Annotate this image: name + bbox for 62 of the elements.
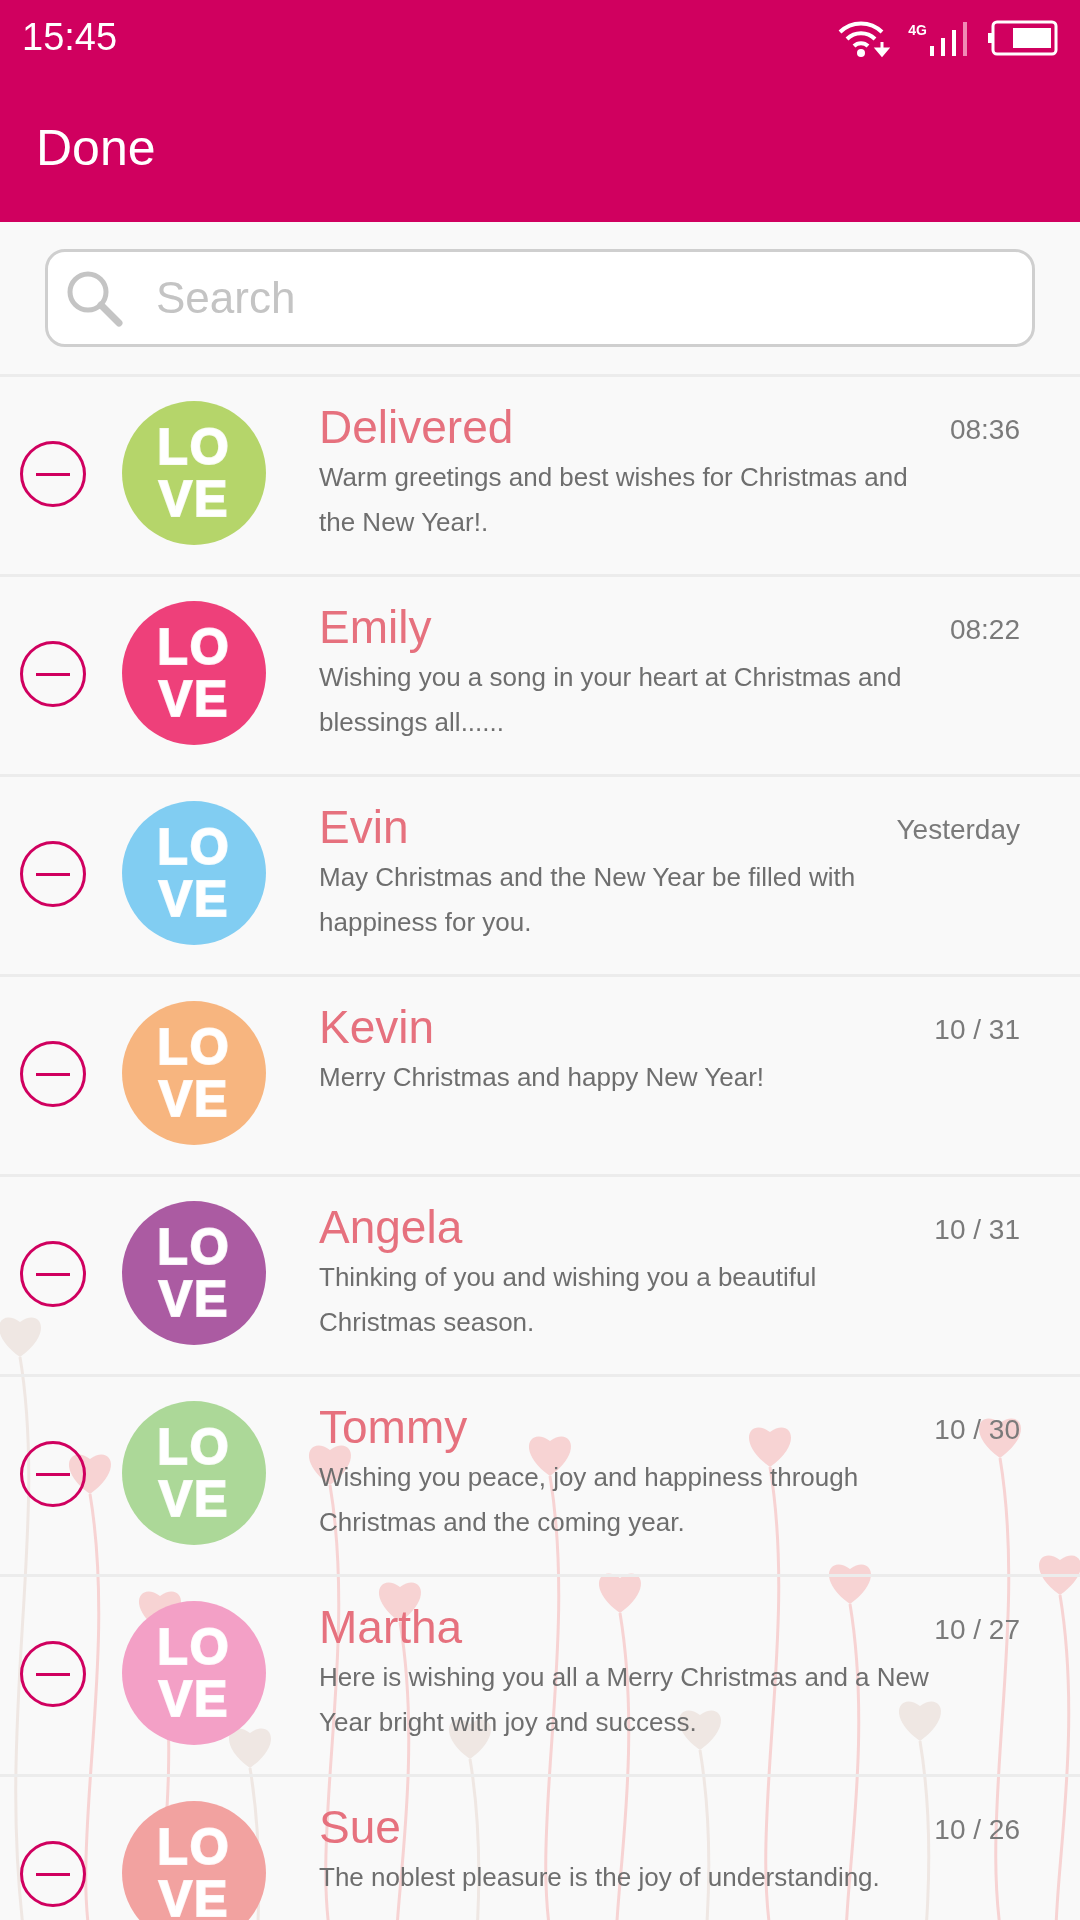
network-type: 4G: [908, 20, 927, 40]
message-time: 10 / 27: [934, 1613, 1020, 1647]
contact-name: Tommy: [319, 1400, 468, 1455]
avatar-lettering: LO: [157, 1221, 231, 1273]
message-time: 10 / 31: [934, 1013, 1020, 1047]
avatar-lettering: LO: [157, 821, 231, 873]
minus-icon: [36, 1472, 70, 1476]
battery-icon: [988, 19, 1058, 56]
done-button[interactable]: Done: [36, 111, 156, 186]
message-preview: Wishing you peace, joy and happiness through Christmas and the coming year.: [319, 1461, 860, 1539]
message-preview: Thinking of you and wishing you a beautiful Christmas season.: [319, 1261, 818, 1339]
avatar-lettering: VE: [158, 473, 230, 525]
avatar-lettering: VE: [158, 1073, 230, 1125]
message-time: 10 / 26: [934, 1813, 1020, 1847]
avatar-lettering: VE: [158, 873, 230, 925]
contact-name: Kevin: [319, 1000, 435, 1055]
message-preview: Wishing you a song in your heart at Christmas and blessings all......: [319, 661, 903, 739]
remove-button[interactable]: [20, 641, 86, 707]
contact-name: Delivered: [319, 400, 514, 455]
contact-name: Angela: [319, 1200, 463, 1255]
search-field[interactable]: Search: [45, 249, 1035, 347]
message-preview: Warm greetings and best wishes for Christmas and the New Year!.: [319, 461, 909, 539]
minus-icon: [36, 1672, 70, 1676]
message-time: 10 / 31: [934, 1213, 1020, 1247]
minus-icon: [36, 672, 70, 676]
remove-button[interactable]: [20, 841, 86, 907]
contact-name: Sue: [319, 1800, 401, 1855]
remove-button[interactable]: [20, 441, 86, 507]
minus-icon: [36, 1272, 70, 1276]
message-time: 10 / 30: [934, 1413, 1020, 1447]
minus-icon: [36, 1072, 70, 1076]
avatar-lettering: LO: [157, 421, 231, 473]
message-preview: Merry Christmas and happy New Year!: [319, 1061, 766, 1094]
minus-icon: [36, 872, 70, 876]
remove-button[interactable]: [20, 1441, 86, 1507]
avatar-lettering: VE: [158, 1873, 230, 1920]
remove-button[interactable]: [20, 1041, 86, 1107]
avatar-lettering: VE: [158, 1673, 230, 1725]
avatar-lettering: LO: [157, 1021, 231, 1073]
message-time: Yesterday: [896, 813, 1020, 847]
avatar-lettering: LO: [157, 621, 231, 673]
contact-name: Emily: [319, 600, 432, 655]
minus-icon: [36, 1872, 70, 1876]
message-preview: The noblest pleasure is the joy of understanding.: [319, 1861, 881, 1894]
remove-button[interactable]: [20, 1841, 86, 1907]
signal-icon: [930, 19, 970, 56]
avatar-lettering: VE: [158, 1473, 230, 1525]
status-time: 15:45: [22, 15, 118, 60]
avatar-lettering: LO: [157, 1821, 231, 1873]
contact-name: Evin: [319, 800, 409, 855]
remove-button[interactable]: [20, 1241, 86, 1307]
minus-icon: [36, 472, 70, 476]
avatar-lettering: VE: [158, 673, 230, 725]
message-preview: Here is wishing you all a Merry Christmas and a New Year bright with joy and success.: [319, 1661, 929, 1739]
message-time: 08:36: [949, 413, 1020, 447]
avatar-lettering: LO: [157, 1621, 231, 1673]
contact-name: Martha: [319, 1600, 463, 1655]
message-time: 08:22: [949, 613, 1020, 647]
avatar-lettering: VE: [158, 1273, 230, 1325]
avatar-lettering: LO: [157, 1421, 231, 1473]
message-preview: May Christmas and the New Year be filled with happiness for you.: [319, 861, 857, 939]
remove-button[interactable]: [20, 1641, 86, 1707]
